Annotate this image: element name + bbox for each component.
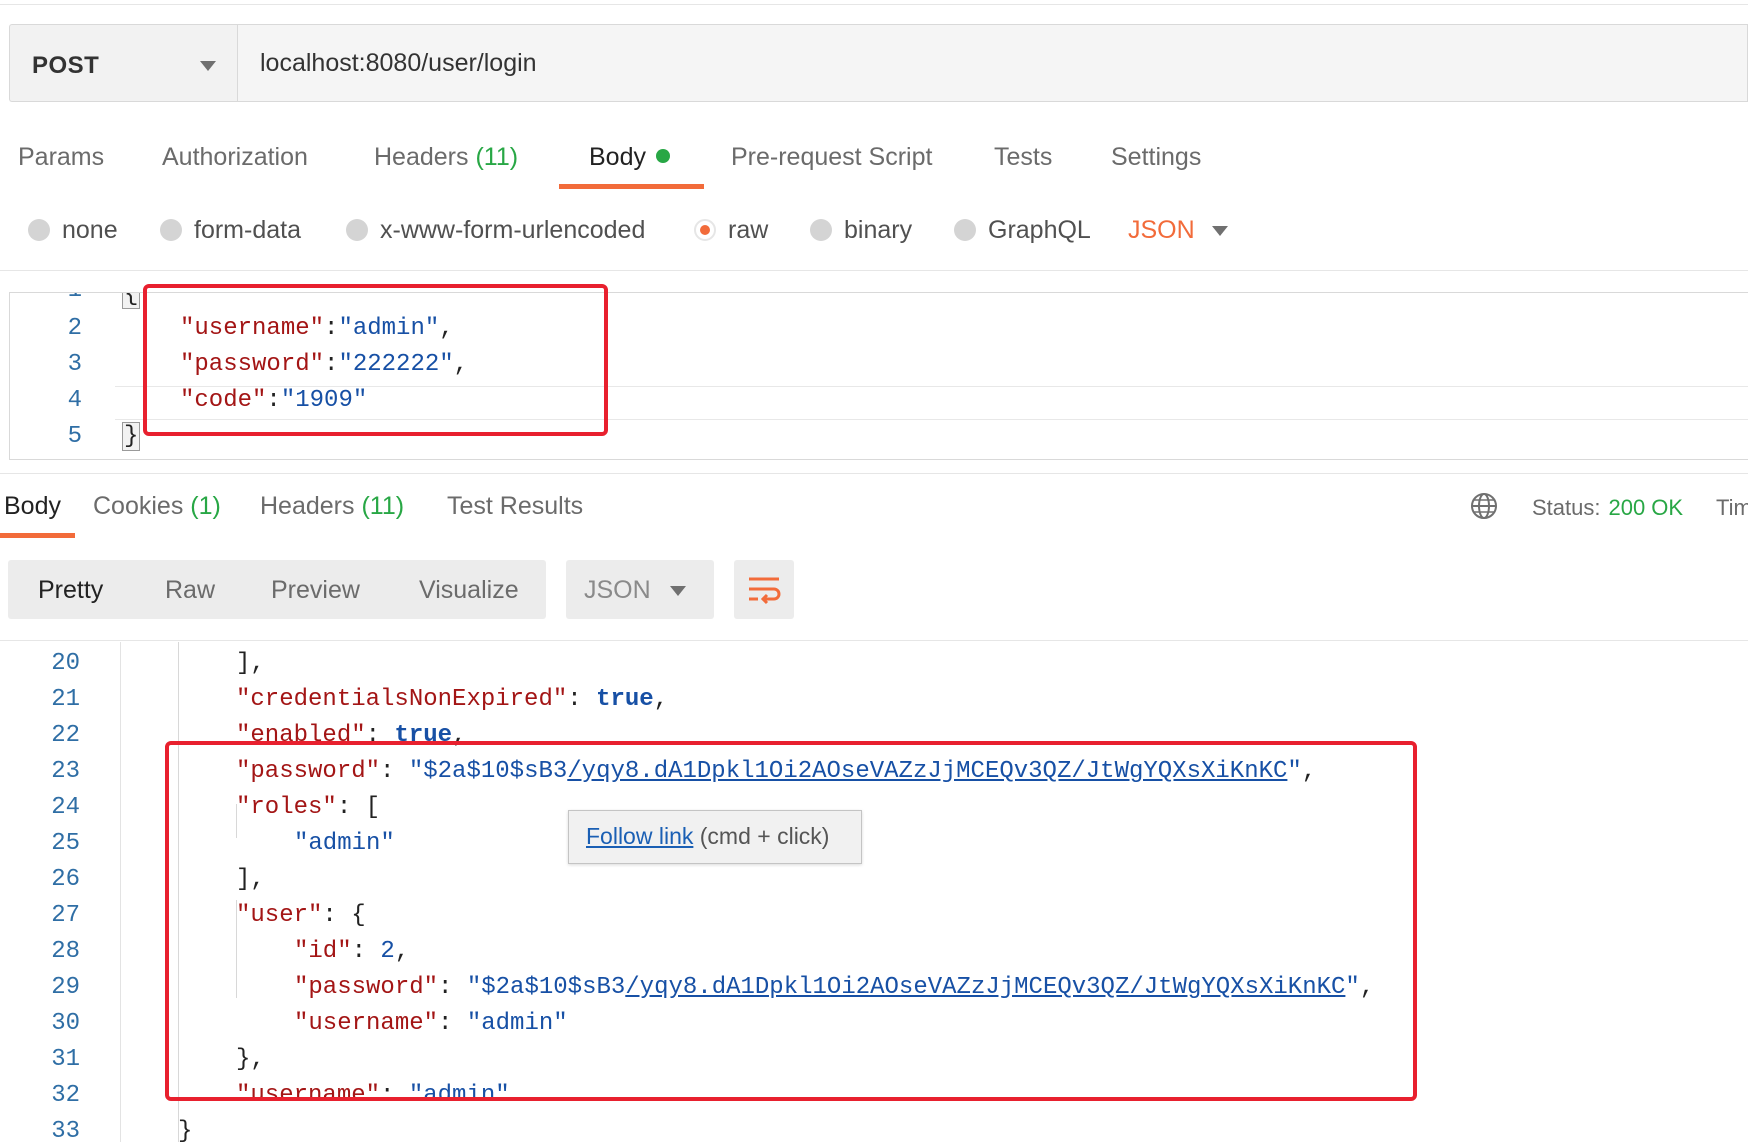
radio-circle-icon bbox=[28, 219, 50, 241]
line-number: 20 bbox=[51, 650, 80, 677]
response-tab-cookies-count: (1) bbox=[190, 492, 221, 520]
tab-tests[interactable]: Tests bbox=[994, 143, 1052, 172]
line-number: 5 bbox=[67, 423, 82, 450]
radio-circle-icon bbox=[160, 219, 182, 241]
line-number: 32 bbox=[51, 1082, 80, 1109]
radio-urlencoded-label: x-www-form-urlencoded bbox=[380, 216, 646, 244]
json-boolean: true bbox=[596, 686, 654, 713]
code-line: "credentialsNonExpired": true, bbox=[236, 686, 669, 713]
code-line: ], bbox=[236, 650, 265, 677]
method-select[interactable]: POST bbox=[9, 24, 237, 102]
top-edge bbox=[0, 0, 1748, 5]
method-label: POST bbox=[32, 52, 100, 79]
radio-form-data-label: form-data bbox=[194, 216, 301, 244]
radio-binary-label: binary bbox=[844, 216, 913, 244]
line-number: 31 bbox=[51, 1046, 80, 1073]
open-brace: { bbox=[122, 293, 141, 309]
radio-form-data[interactable]: form-data bbox=[160, 216, 301, 245]
view-visualize-button[interactable]: Visualize bbox=[419, 576, 519, 605]
line-number: 30 bbox=[51, 1010, 80, 1037]
view-preview-button[interactable]: Preview bbox=[271, 576, 360, 605]
radio-binary[interactable]: binary bbox=[810, 216, 912, 245]
active-tab-underline bbox=[559, 184, 704, 189]
line-number: 21 bbox=[51, 686, 80, 713]
radio-graphql-label: GraphQL bbox=[988, 216, 1091, 244]
radio-none[interactable]: none bbox=[28, 216, 118, 245]
tab-pre-request-script[interactable]: Pre-request Script bbox=[731, 143, 932, 172]
active-tab-underline bbox=[0, 533, 75, 538]
bracket-match: } bbox=[122, 422, 141, 451]
line-number: 24 bbox=[51, 794, 80, 821]
response-format-select[interactable]: JSON bbox=[566, 560, 714, 619]
tab-headers-count: (11) bbox=[475, 143, 519, 171]
body-modified-dot-icon bbox=[655, 149, 670, 163]
line-number: 25 bbox=[51, 830, 80, 857]
gutter-border bbox=[120, 642, 121, 1142]
status-label: Status: bbox=[1532, 495, 1601, 520]
line-number: 29 bbox=[51, 974, 80, 1001]
response-time-label: Tim bbox=[1716, 495, 1748, 520]
tab-body[interactable]: Body bbox=[589, 143, 670, 172]
tab-settings[interactable]: Settings bbox=[1111, 143, 1201, 172]
line-number: 28 bbox=[51, 938, 80, 965]
response-tab-test-results[interactable]: Test Results bbox=[447, 492, 583, 521]
response-format-label: JSON bbox=[584, 576, 651, 604]
response-tab-cookies-label: Cookies bbox=[93, 492, 184, 520]
chevron-down-icon[interactable] bbox=[1212, 226, 1228, 236]
wrap-lines-icon bbox=[749, 577, 781, 605]
divider bbox=[0, 640, 1748, 641]
chevron-down-icon bbox=[200, 61, 216, 71]
tab-body-label: Body bbox=[589, 143, 646, 171]
radio-circle-icon bbox=[810, 219, 832, 241]
line-number: 23 bbox=[51, 758, 80, 785]
code-line: } bbox=[178, 1118, 193, 1142]
view-raw-button[interactable]: Raw bbox=[165, 576, 215, 605]
radio-urlencoded[interactable]: x-www-form-urlencoded bbox=[346, 216, 645, 245]
response-tab-headers-label: Headers bbox=[260, 492, 355, 520]
url-input[interactable]: localhost:8080/user/login bbox=[237, 24, 1748, 102]
tab-headers-label: Headers bbox=[374, 143, 469, 171]
radio-none-label: none bbox=[62, 216, 118, 244]
tab-headers[interactable]: Headers (11) bbox=[374, 143, 518, 172]
radio-graphql[interactable]: GraphQL bbox=[954, 216, 1091, 245]
url-text: localhost:8080/user/login bbox=[260, 49, 537, 77]
tooltip-hint: (cmd + click) bbox=[693, 823, 830, 849]
highlight-box bbox=[143, 284, 608, 436]
response-tab-headers-count: (11) bbox=[361, 492, 405, 520]
body-format-select[interactable]: JSON bbox=[1128, 216, 1195, 245]
json-key: "credentialsNonExpired" bbox=[236, 686, 568, 713]
bracket-match: { bbox=[122, 293, 141, 309]
view-mode-group: Pretty Raw Preview Visualize bbox=[8, 560, 546, 619]
highlight-box bbox=[165, 741, 1417, 1101]
radio-raw[interactable]: raw bbox=[694, 216, 768, 245]
follow-link-tooltip: Follow link (cmd + click) bbox=[568, 810, 862, 864]
divider bbox=[0, 473, 1748, 474]
view-pretty-button[interactable]: Pretty bbox=[38, 576, 103, 605]
radio-selected-icon bbox=[694, 219, 716, 241]
tab-authorization[interactable]: Authorization bbox=[162, 143, 308, 172]
follow-link[interactable]: Follow link bbox=[586, 823, 693, 849]
line-number: 4 bbox=[67, 387, 82, 414]
line-number: 27 bbox=[51, 902, 80, 929]
line-number: 33 bbox=[51, 1118, 80, 1142]
chevron-down-icon bbox=[670, 586, 686, 596]
line-number: 26 bbox=[51, 866, 80, 893]
globe-icon[interactable] bbox=[1470, 492, 1498, 520]
tab-params[interactable]: Params bbox=[18, 143, 104, 172]
line-number: 1 bbox=[10, 293, 82, 304]
close-brace: } bbox=[122, 422, 141, 451]
response-tab-body[interactable]: Body bbox=[4, 492, 61, 521]
radio-raw-label: raw bbox=[728, 216, 769, 244]
response-status: Status: 200 OK bbox=[1532, 495, 1683, 521]
line-number: 3 bbox=[67, 351, 82, 378]
divider bbox=[0, 270, 1748, 271]
wrap-lines-button[interactable] bbox=[734, 560, 794, 619]
response-tab-headers[interactable]: Headers (11) bbox=[260, 492, 404, 521]
radio-circle-icon bbox=[954, 219, 976, 241]
response-tab-cookies[interactable]: Cookies (1) bbox=[93, 492, 221, 521]
status-badge: 200 OK bbox=[1608, 495, 1684, 520]
radio-circle-icon bbox=[346, 219, 368, 241]
line-number: 22 bbox=[51, 722, 80, 749]
line-number: 2 bbox=[67, 315, 82, 342]
